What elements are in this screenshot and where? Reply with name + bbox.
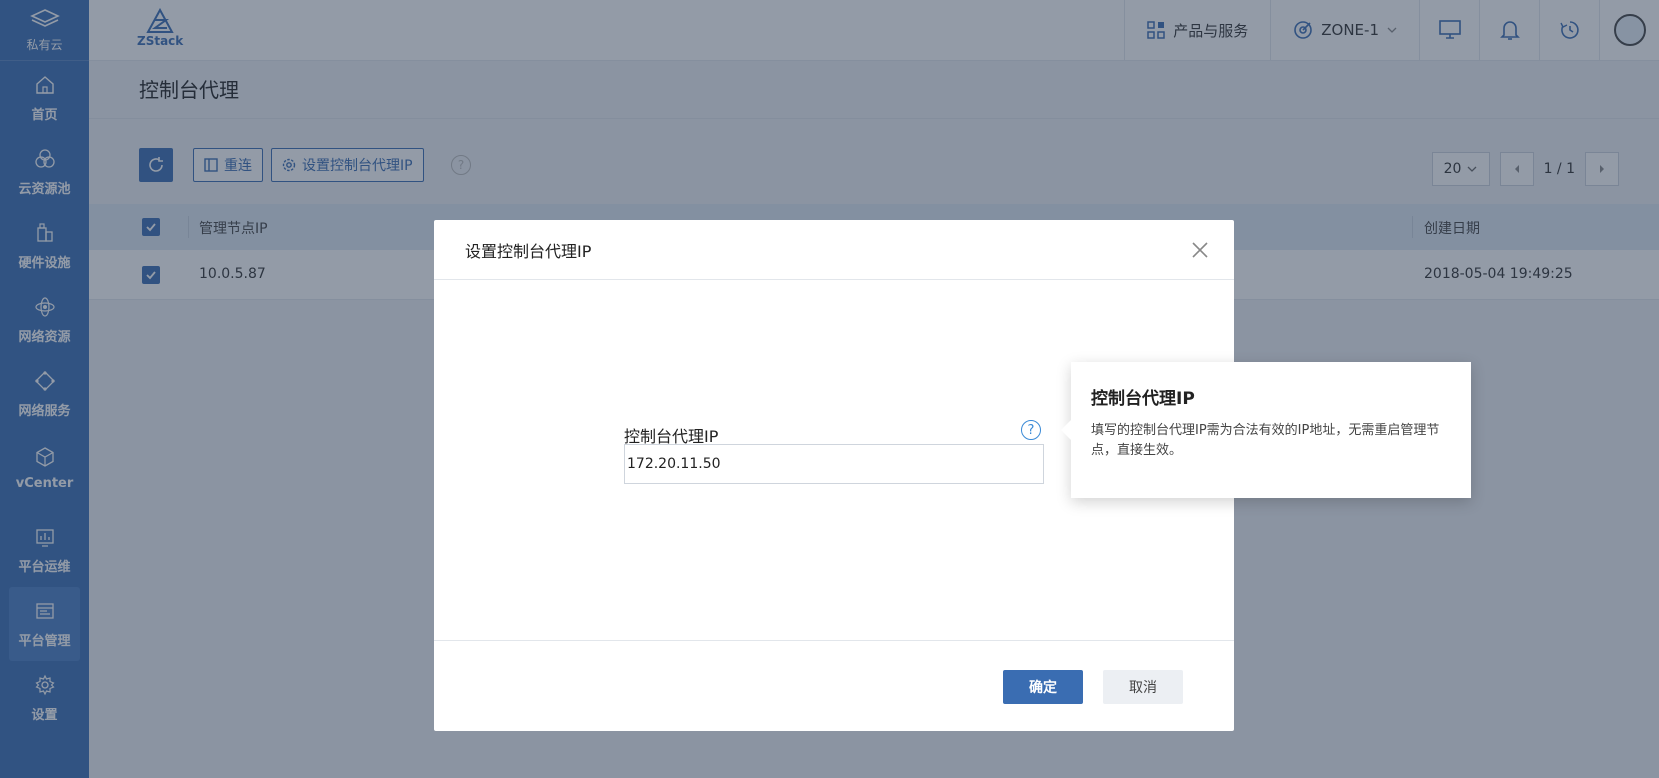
close-icon [1192,242,1208,258]
proxy-ip-input[interactable] [624,444,1044,484]
tooltip-title: 控制台代理IP [1091,389,1195,409]
cancel-button[interactable]: 取消 [1103,670,1183,704]
close-button[interactable] [1188,238,1212,262]
dialog-footer: 确定 取消 [434,640,1234,731]
dialog-header: 设置控制台代理IP [434,220,1234,280]
tooltip-body: 填写的控制台代理IP需为合法有效的IP地址，无需重启管理节点，直接生效。 [1091,423,1440,458]
confirm-button[interactable]: 确定 [1003,670,1083,704]
proxy-ip-help-icon[interactable]: ? [1021,420,1041,440]
help-tooltip: 控制台代理IP 填写的控制台代理IP需为合法有效的IP地址，无需重启管理节点，直… [1061,362,1471,498]
dialog-title: 设置控制台代理IP [465,241,592,261]
